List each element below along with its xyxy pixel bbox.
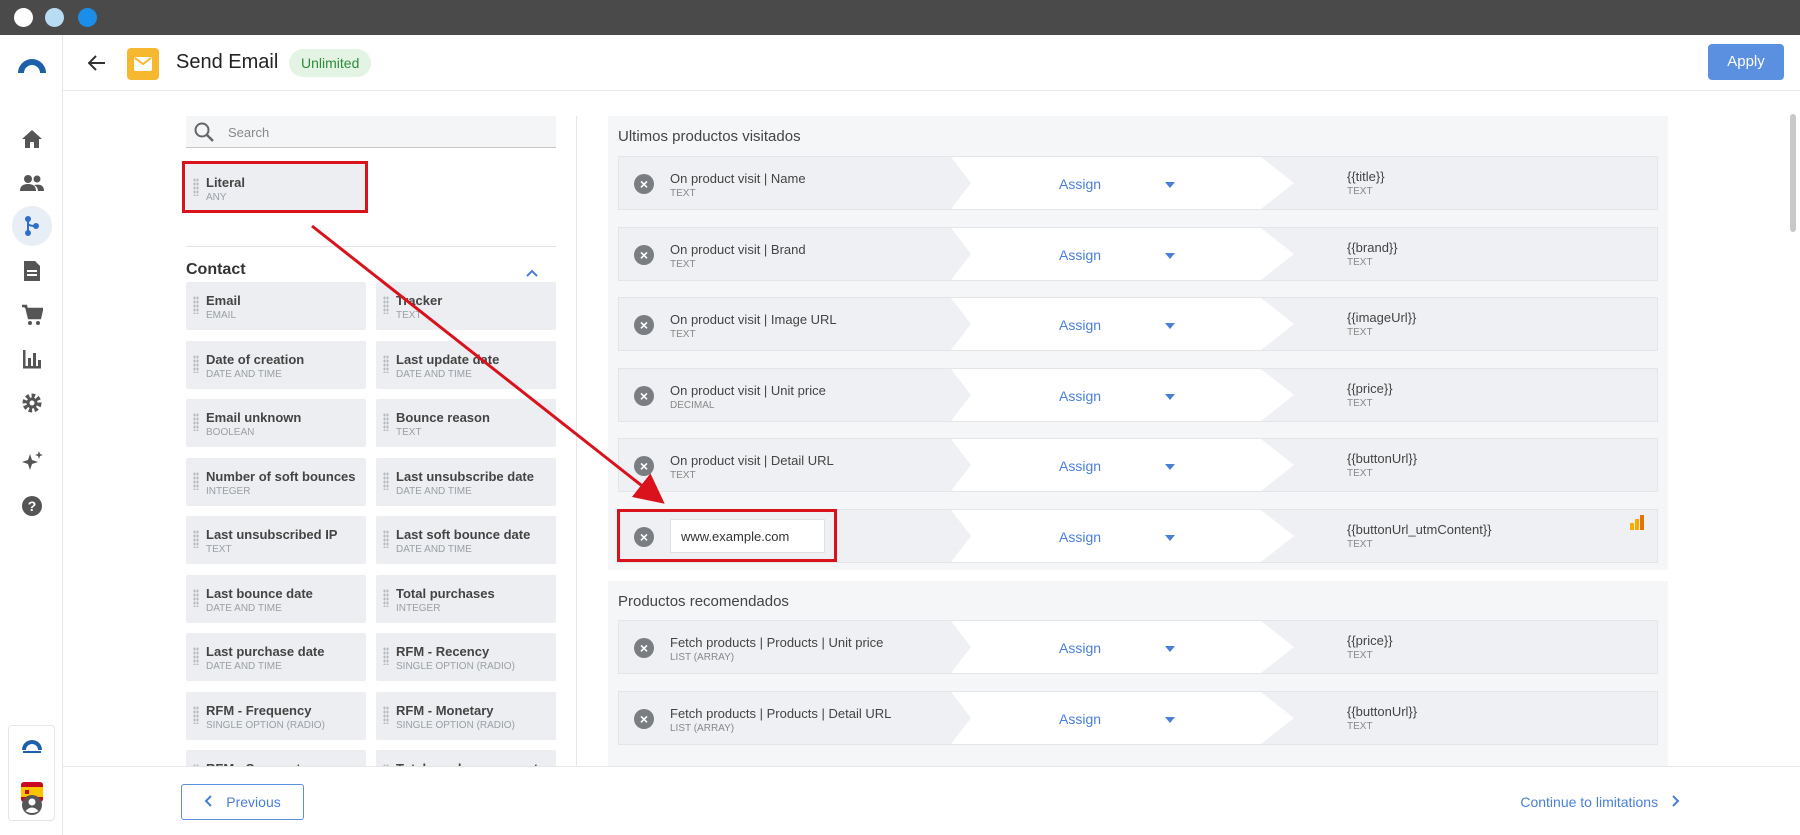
previous-button[interactable]: Previous [181,784,304,820]
continue-button[interactable]: Continue to limitations [1520,794,1680,810]
annotation-arrow [311,224,665,504]
scrollbar[interactable] [1790,114,1796,232]
previous-label: Previous [226,794,281,810]
chevron-left-icon [204,785,212,819]
page-footer: Previous Continue to limitations [63,766,1800,835]
continue-label: Continue to limitations [1520,794,1659,810]
chevron-right-icon [1672,794,1680,810]
